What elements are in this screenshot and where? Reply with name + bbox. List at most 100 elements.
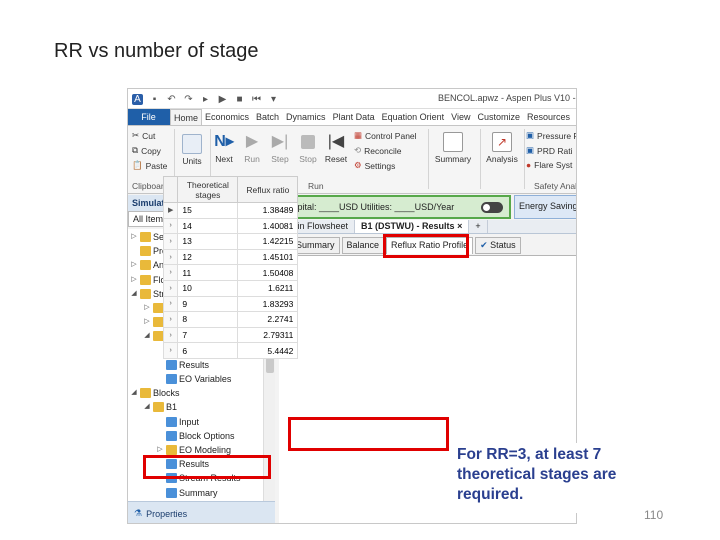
table-row[interactable]: › 11 1.50408 xyxy=(162,264,299,281)
folder-icon xyxy=(166,359,177,370)
customize-qat-icon[interactable]: ▾ xyxy=(268,94,279,105)
row-selector[interactable]: › xyxy=(162,279,179,297)
stages-cell[interactable]: 8 xyxy=(177,311,239,328)
tab-status[interactable]: ✔ Status xyxy=(475,237,521,254)
row-selector[interactable]: ▶ xyxy=(162,202,179,219)
expand-icon[interactable]: ◢ xyxy=(143,400,151,414)
energy-savings-panel[interactable]: Energy Savings xyxy=(514,195,576,219)
row-selector[interactable]: › xyxy=(162,342,179,359)
expand-icon[interactable]: ▷ xyxy=(130,273,138,287)
stages-cell[interactable]: 15 xyxy=(177,202,239,219)
stages-cell[interactable]: 7 xyxy=(177,326,239,344)
run-icon[interactable]: ▶ xyxy=(217,94,228,105)
reflux-ratio-cell[interactable]: 2.2741 xyxy=(237,311,299,328)
tab-economics[interactable]: Economics xyxy=(202,109,253,125)
folder-icon xyxy=(140,260,151,271)
tab-balance[interactable]: Balance xyxy=(341,237,385,254)
stages-cell[interactable]: 10 xyxy=(177,279,239,297)
reset-button[interactable]: |◀ Reset xyxy=(320,132,352,164)
reflux-ratio-cell[interactable]: 5.4442 xyxy=(237,342,299,359)
table-row[interactable]: › 13 1.42215 xyxy=(162,233,299,250)
new-tab-button[interactable]: + xyxy=(469,220,488,233)
stages-cell[interactable]: 13 xyxy=(177,233,239,250)
cut-button[interactable]: ✂ Cut xyxy=(132,130,155,141)
reflux-ratio-cell[interactable]: 1.40081 xyxy=(237,217,299,235)
tab-view[interactable]: View xyxy=(448,109,474,125)
row-selector[interactable]: › xyxy=(162,248,179,266)
table-row[interactable]: ▶ 15 1.38489 xyxy=(162,202,299,219)
settings-button[interactable]: ⚙ Settings xyxy=(354,160,395,171)
row-selector[interactable]: › xyxy=(162,326,179,344)
tab-customize[interactable]: Customize xyxy=(475,109,525,125)
reflux-ratio-cell[interactable]: 1.38489 xyxy=(237,202,299,219)
tab-dynamics[interactable]: Dynamics xyxy=(283,109,330,125)
tree-item[interactable]: Results xyxy=(156,358,209,372)
tree-item[interactable]: EO Variables xyxy=(156,372,231,386)
expand-icon[interactable]: ▷ xyxy=(130,230,138,244)
reconcile-button[interactable]: ⟲ Reconcile xyxy=(354,145,401,156)
reflux-ratio-cell[interactable]: 2.79311 xyxy=(237,326,299,344)
economics-toggle[interactable] xyxy=(481,202,503,213)
save-icon[interactable]: ▪ xyxy=(149,94,160,105)
analysis-chart-icon: ↗ xyxy=(492,132,512,152)
row-selector[interactable]: › xyxy=(162,311,179,328)
tab-home[interactable]: Home xyxy=(170,109,203,125)
tab-plant-data[interactable]: Plant Data xyxy=(330,109,379,125)
row-selector[interactable]: › xyxy=(162,264,179,281)
tab-b1-results[interactable]: B1 (DSTWU) - Results × xyxy=(355,220,470,233)
expand-icon[interactable]: ◢ xyxy=(130,287,138,301)
paste-button[interactable]: 📋 Paste xyxy=(132,160,167,171)
stages-cell[interactable]: 6 xyxy=(177,342,239,359)
expand-icon[interactable]: ◢ xyxy=(130,386,138,400)
tree-item[interactable]: Input xyxy=(156,415,199,429)
redo-icon[interactable]: ↷ xyxy=(183,94,194,105)
ribbon-separator xyxy=(480,129,481,189)
analysis-button[interactable]: ↗ Analysis xyxy=(482,132,522,164)
reset-icon[interactable]: ⏮ xyxy=(251,94,262,105)
expand-icon[interactable]: ▷ xyxy=(130,258,138,272)
tab-resources[interactable]: Resources xyxy=(524,109,574,125)
ribbon-separator xyxy=(524,129,525,189)
reflux-ratio-cell[interactable]: 1.83293 xyxy=(237,295,299,313)
tree-item[interactable]: Block Options xyxy=(156,429,235,443)
table-row[interactable]: › 9 1.83293 xyxy=(162,295,299,313)
reflux-ratio-cell[interactable]: 1.42215 xyxy=(237,233,299,250)
stages-cell[interactable]: 9 xyxy=(177,295,239,313)
tree-item[interactable]: ◢ Blocks xyxy=(130,386,180,400)
table-row[interactable]: › 14 1.40081 xyxy=(162,217,299,235)
table-row[interactable]: › 10 1.6211 xyxy=(162,279,299,297)
tree-item[interactable]: Summary xyxy=(156,486,218,500)
tab-batch[interactable]: Batch xyxy=(253,109,283,125)
table-row[interactable]: › 8 2.2741 xyxy=(162,311,299,328)
stages-cell[interactable]: 14 xyxy=(177,217,239,235)
prd-ratio-button[interactable]: ▣ PRD Rati xyxy=(526,145,572,156)
summary-button[interactable]: Summary xyxy=(430,132,476,164)
next-icon[interactable]: ▸ xyxy=(200,94,211,105)
pressure-relief-button[interactable]: ▣ Pressure R xyxy=(526,130,576,141)
undo-icon[interactable]: ↶ xyxy=(166,94,177,105)
reflux-ratio-cell[interactable]: 1.50408 xyxy=(237,264,299,281)
reflux-ratio-cell[interactable]: 1.6211 xyxy=(237,279,299,297)
expand-icon[interactable]: ▷ xyxy=(143,315,151,329)
row-selector[interactable]: › xyxy=(162,233,179,250)
stages-cell[interactable]: 12 xyxy=(177,248,239,266)
row-selector[interactable]: › xyxy=(162,295,179,313)
row-selector[interactable]: › xyxy=(162,217,179,235)
flare-system-button[interactable]: ● Flare Syst xyxy=(526,160,572,170)
table-row[interactable]: › 6 5.4442 xyxy=(162,342,299,359)
stop-icon[interactable]: ■ xyxy=(234,94,245,105)
reflux-ratio-cell[interactable]: 1.45101 xyxy=(237,248,299,266)
tree-item[interactable]: ◢ B1 xyxy=(143,400,177,414)
table-row[interactable]: › 7 2.79311 xyxy=(162,326,299,344)
table-row[interactable]: › 12 1.45101 xyxy=(162,248,299,266)
expand-icon[interactable]: ▷ xyxy=(143,301,151,315)
expand-icon[interactable]: ◢ xyxy=(143,329,151,343)
copy-button[interactable]: ⧉ Copy xyxy=(132,145,161,156)
units-button[interactable]: Units xyxy=(176,134,208,166)
tab-file[interactable]: File xyxy=(128,109,170,125)
control-panel-button[interactable]: ▦ Control Panel xyxy=(354,130,417,141)
properties-pane-button[interactable]: ⚗ Properties xyxy=(128,501,275,523)
tab-equation-oriented[interactable]: Equation Orient xyxy=(379,109,449,125)
stages-cell[interactable]: 11 xyxy=(177,264,239,281)
close-icon[interactable]: × xyxy=(457,221,462,231)
